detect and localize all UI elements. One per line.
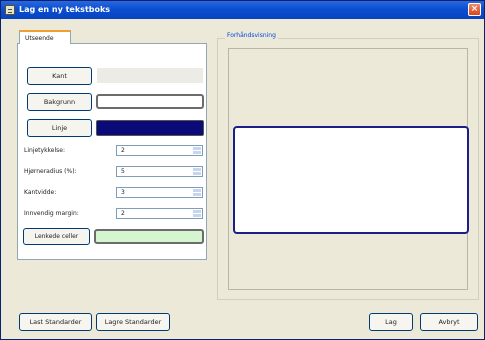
- innvendig-margin-spinner[interactable]: 2: [116, 208, 203, 219]
- linjetykkelse-value: 2: [121, 147, 125, 154]
- lenkede-celler-button[interactable]: Lenkede celler: [23, 228, 90, 245]
- linje-color-swatch[interactable]: [96, 120, 204, 136]
- title-bar[interactable]: Lag en ny tekstboks ×: [1, 1, 484, 19]
- hjorneradius-label: Hjørneradius (%):: [24, 168, 77, 175]
- linje-button[interactable]: Linje: [27, 119, 92, 137]
- kant-color-swatch[interactable]: [97, 68, 203, 83]
- app-icon: [5, 5, 15, 15]
- spin-arrows-icon[interactable]: [193, 147, 201, 154]
- hjorneradius-spinner[interactable]: 5: [116, 166, 203, 177]
- preview-textbox: [233, 126, 469, 234]
- spin-arrows-icon[interactable]: [193, 168, 201, 175]
- kantvidde-label: Kantvidde:: [24, 189, 57, 196]
- bakgrunn-button[interactable]: Bakgrunn: [27, 93, 92, 111]
- innvendig-margin-value: 2: [121, 210, 125, 217]
- linjetykkelse-spinner[interactable]: 2: [116, 145, 203, 156]
- kantvidde-value: 3: [121, 189, 125, 196]
- innvendig-margin-label: Innvendig margin:: [24, 210, 79, 217]
- linjetykkelse-label: Linjetykkelse:: [24, 147, 66, 154]
- preview-label: Forhåndsvisning: [225, 32, 278, 39]
- close-icon: ×: [470, 4, 479, 14]
- kant-button[interactable]: Kant: [27, 67, 92, 85]
- spin-arrows-icon[interactable]: [193, 189, 201, 196]
- last-standarder-button[interactable]: Last Standarder: [19, 313, 92, 331]
- spin-arrows-icon[interactable]: [193, 210, 201, 217]
- lagre-standarder-button[interactable]: Lagre Standarder: [96, 313, 170, 331]
- window-title: Lag en ny tekstboks: [19, 5, 111, 14]
- kantvidde-spinner[interactable]: 3: [116, 187, 203, 198]
- lenkede-celler-color-swatch[interactable]: [94, 229, 204, 244]
- hjorneradius-value: 5: [121, 168, 125, 175]
- lag-button[interactable]: Lag: [369, 313, 413, 331]
- tab-utseende[interactable]: Utseende: [19, 30, 71, 44]
- close-button[interactable]: ×: [468, 3, 481, 16]
- bakgrunn-color-swatch[interactable]: [96, 94, 204, 109]
- avbryt-button[interactable]: Avbryt: [420, 313, 478, 331]
